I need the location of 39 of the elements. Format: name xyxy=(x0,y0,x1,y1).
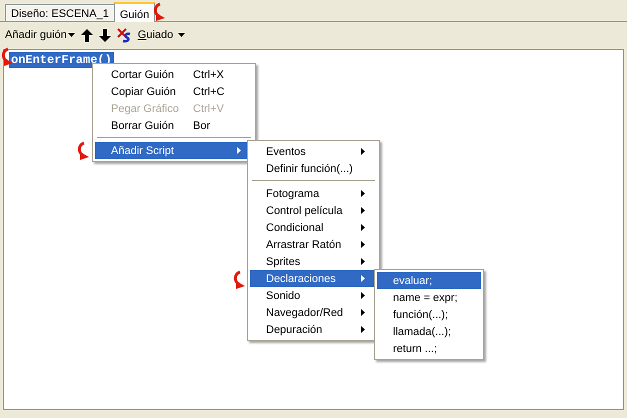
submenu-arrow-icon xyxy=(361,309,365,316)
menu-item[interactable]: Borrar Guión Bor xyxy=(95,117,253,134)
submenu-arrow-icon xyxy=(361,224,365,231)
submenu-arrow-icon xyxy=(361,241,365,248)
tab[interactable]: Guión xyxy=(114,2,156,22)
menu-item[interactable]: Sprites xyxy=(250,253,377,270)
menu-item[interactable]: name = expr; xyxy=(377,289,481,306)
menu-item[interactable]: Definir función(...) xyxy=(250,160,377,177)
menu-item[interactable]: Condicional xyxy=(250,219,377,236)
submenu-arrow-icon xyxy=(361,275,365,282)
menu-item[interactable]: Cortar Guión Ctrl+X xyxy=(95,66,253,83)
tab[interactable]: Diseño: ESCENA_1 xyxy=(5,4,115,21)
menu-item[interactable]: Navegador/Red xyxy=(250,304,377,321)
menu-item[interactable]: Depuración xyxy=(250,321,377,338)
submenu-arrow-icon xyxy=(237,147,241,154)
menu-item[interactable]: Fotograma xyxy=(250,185,377,202)
menu-item[interactable]: evaluar; xyxy=(377,272,481,289)
menu-item[interactable]: Arrastrar Ratón xyxy=(250,236,377,253)
menu-item[interactable]: Sonido xyxy=(250,287,377,304)
submenu-arrow-icon xyxy=(361,190,365,197)
caret-icon xyxy=(178,33,186,37)
guided-dropdown[interactable]: Guiado xyxy=(138,29,186,41)
menu-item[interactable]: llamada(...); xyxy=(377,323,481,340)
submenu-arrow-icon xyxy=(361,148,365,155)
menu-item[interactable]: Eventos xyxy=(250,143,377,160)
menu-item[interactable]: Control película xyxy=(250,202,377,219)
add-script-dropdown[interactable]: Añadir guión xyxy=(5,29,75,41)
submenu-arrow-icon xyxy=(361,326,365,333)
menu-item[interactable]: return ...; xyxy=(377,340,481,357)
caret-icon xyxy=(68,33,75,37)
submenu-arrow-icon xyxy=(361,258,365,265)
submenu-arrow-icon xyxy=(361,207,365,214)
down-arrow-icon[interactable] xyxy=(98,28,111,42)
menu-item[interactable]: Declaraciones xyxy=(250,270,377,287)
remove-icon[interactable] xyxy=(116,28,132,42)
up-arrow-icon[interactable] xyxy=(80,28,93,42)
submenu-arrow-icon xyxy=(361,292,365,299)
menu-item[interactable]: Copiar Guión Ctrl+C xyxy=(95,83,253,100)
menu-item[interactable]: función(...); xyxy=(377,306,481,323)
